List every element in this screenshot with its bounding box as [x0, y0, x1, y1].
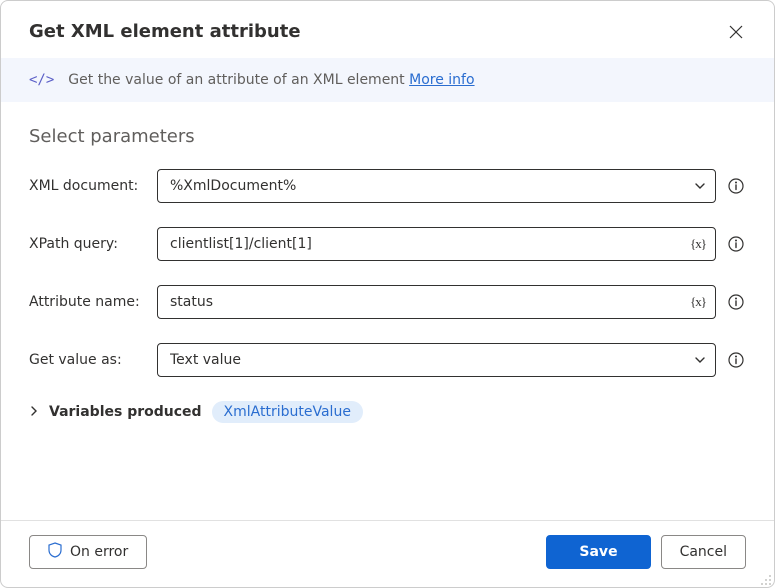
save-button[interactable]: Save — [546, 535, 650, 569]
attribute-name-input[interactable] — [157, 285, 716, 319]
row-get-value-as: Get value as: — [29, 343, 746, 377]
on-error-label: On error — [70, 544, 128, 560]
shield-icon — [48, 542, 62, 562]
dialog-header: Get XML element attribute — [1, 1, 774, 58]
section-title: Select parameters — [29, 126, 746, 147]
banner-text: Get the value of an attribute of an XML … — [68, 72, 409, 88]
get-value-as-select[interactable] — [157, 343, 716, 377]
control-xml-document — [157, 169, 716, 203]
label-get-value-as: Get value as: — [29, 352, 147, 368]
label-xpath-query: XPath query: — [29, 236, 147, 252]
close-icon — [729, 25, 743, 39]
resize-grip[interactable] — [758, 571, 772, 585]
control-attribute-name: {x} — [157, 285, 716, 319]
label-attribute-name: Attribute name: — [29, 294, 147, 310]
dialog: Get XML element attribute </> Get the va… — [0, 0, 775, 588]
row-xml-document: XML document: — [29, 169, 746, 203]
cancel-button[interactable]: Cancel — [661, 535, 746, 569]
variable-badge[interactable]: XmlAttributeValue — [212, 401, 363, 423]
more-info-link[interactable]: More info — [409, 72, 474, 88]
code-icon: </> — [29, 72, 54, 88]
chevron-right-icon — [29, 404, 39, 420]
dialog-footer: On error Save Cancel — [1, 520, 774, 587]
on-error-button[interactable]: On error — [29, 535, 147, 569]
help-icon[interactable] — [726, 234, 746, 254]
info-banner-text: Get the value of an attribute of an XML … — [68, 72, 474, 88]
variables-produced-row[interactable]: Variables produced XmlAttributeValue — [29, 401, 746, 423]
row-xpath-query: XPath query: {x} — [29, 227, 746, 261]
variables-produced-label: Variables produced — [49, 404, 202, 420]
close-button[interactable] — [726, 22, 746, 42]
label-xml-document: XML document: — [29, 178, 147, 194]
control-xpath-query: {x} — [157, 227, 716, 261]
dialog-body: Select parameters XML document: XPath qu… — [1, 102, 774, 520]
dialog-title: Get XML element attribute — [29, 21, 301, 42]
xml-document-select[interactable] — [157, 169, 716, 203]
info-banner: </> Get the value of an attribute of an … — [1, 58, 774, 102]
xpath-query-input[interactable] — [157, 227, 716, 261]
control-get-value-as — [157, 343, 716, 377]
help-icon[interactable] — [726, 350, 746, 370]
help-icon[interactable] — [726, 292, 746, 312]
help-icon[interactable] — [726, 176, 746, 196]
row-attribute-name: Attribute name: {x} — [29, 285, 746, 319]
